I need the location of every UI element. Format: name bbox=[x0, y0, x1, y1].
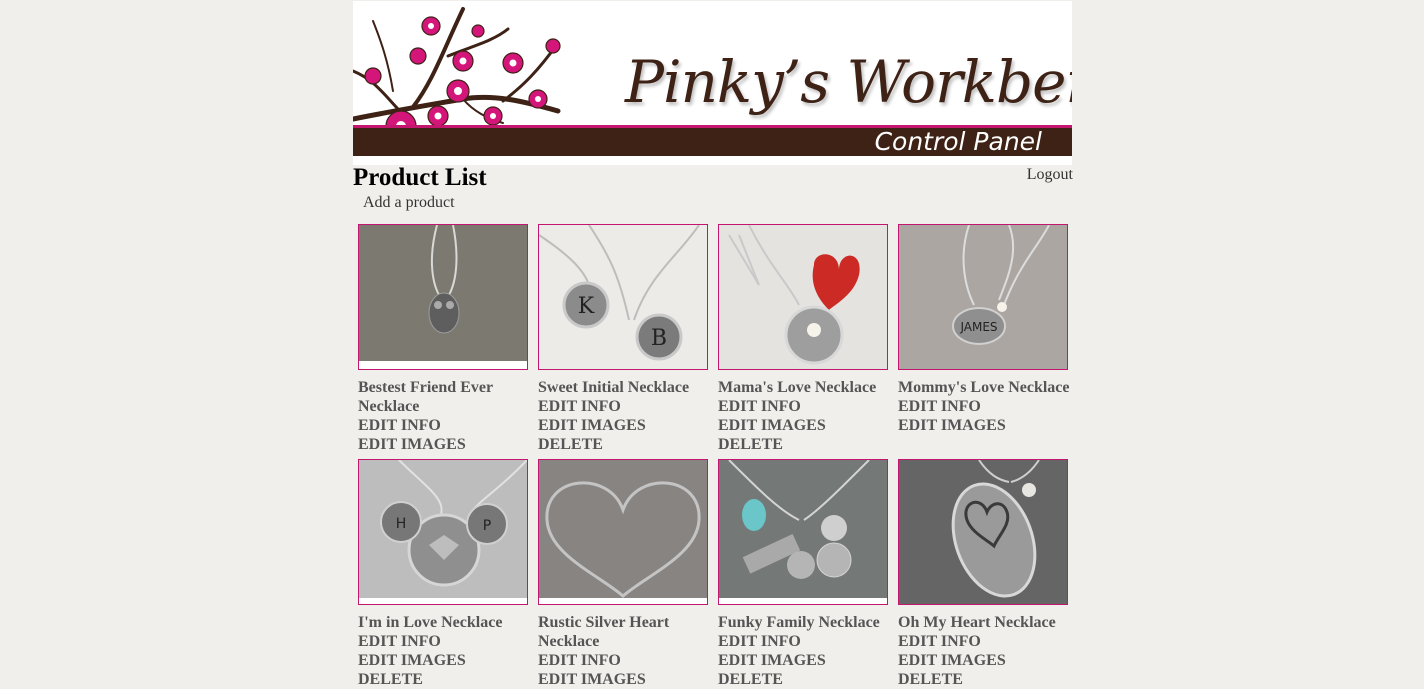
red-heart-necklace-icon bbox=[719, 225, 887, 369]
product-thumbnail[interactable] bbox=[718, 459, 888, 605]
page-title: Product List bbox=[353, 164, 487, 191]
family-charms-necklace-icon bbox=[719, 460, 887, 604]
product-name: Mama's Love Necklace bbox=[718, 379, 877, 396]
product-info: Mama's Love Necklace EDIT INFO EDIT IMAG… bbox=[718, 378, 890, 454]
product-name: Rustic Silver Heart Necklace bbox=[538, 614, 670, 650]
edit-info-link[interactable]: EDIT INFO bbox=[898, 397, 1070, 416]
svg-text:P: P bbox=[483, 518, 491, 534]
owl-pendant-necklace-icon bbox=[359, 225, 527, 369]
product-info: Mommy's Love Necklace EDIT INFO EDIT IMA… bbox=[898, 378, 1070, 435]
product-thumbnail[interactable] bbox=[538, 459, 708, 605]
product-info: Sweet Initial Necklace EDIT INFO EDIT IM… bbox=[538, 378, 710, 454]
svg-text:B: B bbox=[651, 326, 667, 351]
product-card: JAMES Mommy's Love Necklace EDIT INFO ED… bbox=[898, 224, 1070, 435]
product-thumbnail[interactable]: H P bbox=[358, 459, 528, 605]
product-card: Rustic Silver Heart Necklace EDIT INFO E… bbox=[538, 459, 710, 689]
banner-subtitle: Control Panel bbox=[874, 127, 1042, 156]
svg-text:JAMES: JAMES bbox=[959, 320, 997, 334]
delete-link[interactable]: DELETE bbox=[538, 435, 710, 454]
product-thumbnail[interactable] bbox=[898, 459, 1068, 605]
edit-info-link[interactable]: EDIT INFO bbox=[898, 632, 1070, 651]
product-card: H P I'm in Love Necklace EDIT INFO EDIT … bbox=[358, 459, 530, 689]
product-name: Mommy's Love Necklace bbox=[898, 379, 1070, 396]
product-thumbnail[interactable] bbox=[358, 224, 528, 370]
edit-images-link[interactable]: EDIT IMAGES bbox=[718, 651, 890, 670]
svg-text:K: K bbox=[578, 294, 595, 319]
product-name: Oh My Heart Necklace bbox=[898, 614, 1056, 631]
product-card: Mama's Love Necklace EDIT INFO EDIT IMAG… bbox=[718, 224, 890, 454]
edit-images-link[interactable]: EDIT IMAGES bbox=[898, 651, 1070, 670]
edit-images-link[interactable]: EDIT IMAGES bbox=[718, 416, 890, 435]
stacked-discs-necklace-icon: H P bbox=[359, 460, 527, 604]
delete-link[interactable]: DELETE bbox=[718, 435, 890, 454]
oval-heart-necklace-icon bbox=[899, 460, 1067, 604]
product-card: Bestest Friend Ever Necklace EDIT INFO E… bbox=[358, 224, 530, 454]
add-product-link[interactable]: Add a product bbox=[363, 193, 455, 213]
product-name: Sweet Initial Necklace bbox=[538, 379, 690, 396]
svg-text:H: H bbox=[396, 516, 407, 532]
edit-images-link[interactable]: EDIT IMAGES bbox=[538, 416, 710, 435]
edit-info-link[interactable]: EDIT INFO bbox=[718, 632, 890, 651]
product-thumbnail[interactable]: JAMES bbox=[898, 224, 1068, 370]
product-name: I'm in Love Necklace bbox=[358, 614, 503, 631]
product-name: Bestest Friend Ever Necklace bbox=[358, 379, 493, 415]
header-banner: Pinky’s Workbench Control Panel bbox=[353, 1, 1072, 165]
delete-link[interactable]: DELETE bbox=[898, 670, 1070, 689]
initial-discs-necklace-icon: K B bbox=[539, 225, 707, 369]
product-card: Funky Family Necklace EDIT INFO EDIT IMA… bbox=[718, 459, 890, 689]
edit-info-link[interactable]: EDIT INFO bbox=[718, 397, 890, 416]
edit-info-link[interactable]: EDIT INFO bbox=[538, 651, 710, 670]
product-thumbnail[interactable]: K B bbox=[538, 224, 708, 370]
product-card: K B Sweet Initial Necklace EDIT INFO EDI… bbox=[538, 224, 710, 454]
delete-link[interactable]: DELETE bbox=[358, 670, 530, 689]
wire-heart-necklace-icon bbox=[539, 460, 707, 604]
edit-info-link[interactable]: EDIT INFO bbox=[358, 632, 530, 651]
edit-images-link[interactable]: EDIT IMAGES bbox=[358, 435, 530, 454]
product-thumbnail[interactable] bbox=[718, 224, 888, 370]
edit-images-link[interactable]: EDIT IMAGES bbox=[538, 670, 710, 689]
delete-link[interactable]: DELETE bbox=[718, 670, 890, 689]
logout-link[interactable]: Logout bbox=[1027, 165, 1073, 185]
edit-images-link[interactable]: EDIT IMAGES bbox=[898, 416, 1070, 435]
product-info: Bestest Friend Ever Necklace EDIT INFO E… bbox=[358, 378, 530, 454]
product-name: Funky Family Necklace bbox=[718, 614, 880, 631]
brand-logo-text: Pinky’s Workbench bbox=[625, 48, 1072, 116]
edit-images-link[interactable]: EDIT IMAGES bbox=[358, 651, 530, 670]
edit-info-link[interactable]: EDIT INFO bbox=[538, 397, 710, 416]
edit-info-link[interactable]: EDIT INFO bbox=[358, 416, 530, 435]
product-card: Oh My Heart Necklace EDIT INFO EDIT IMAG… bbox=[898, 459, 1070, 689]
james-disc-necklace-icon: JAMES bbox=[899, 225, 1067, 369]
